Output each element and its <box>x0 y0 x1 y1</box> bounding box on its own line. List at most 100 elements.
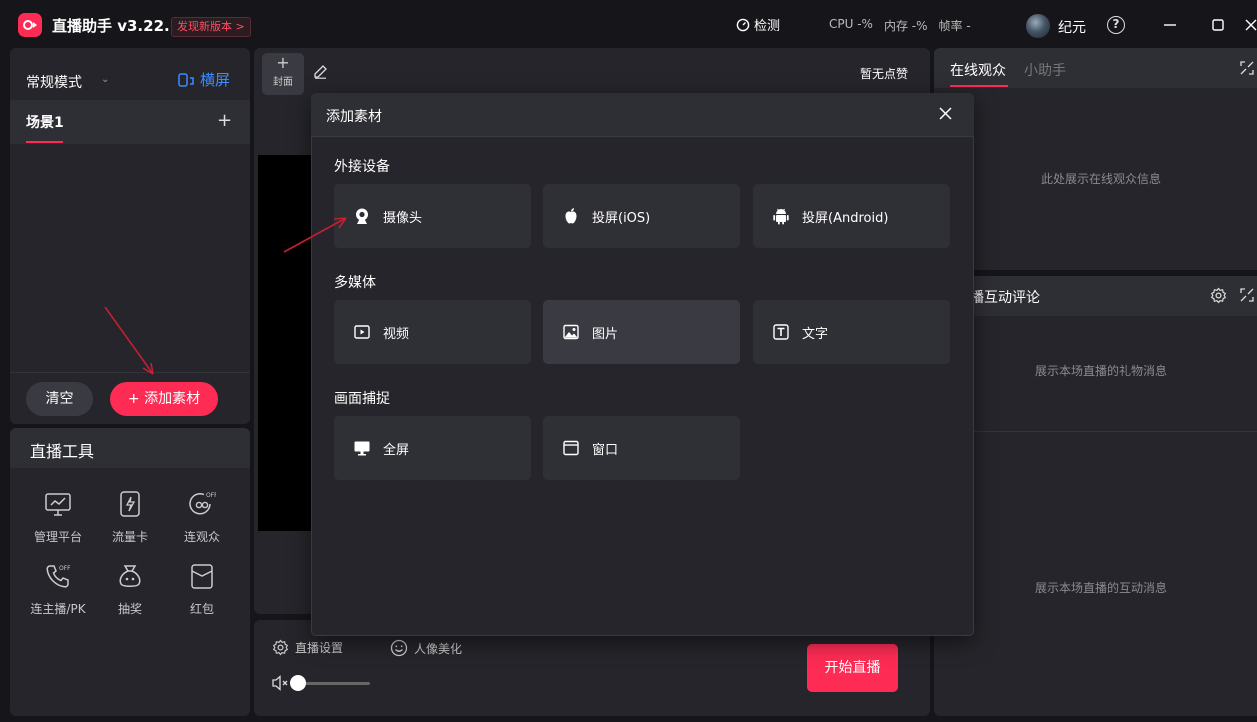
orientation-label: 横屏 <box>200 71 231 89</box>
plus-icon: + <box>276 53 290 72</box>
volume-slider-handle[interactable] <box>290 675 306 691</box>
close-icon[interactable] <box>938 106 953 121</box>
volume-slider[interactable] <box>296 682 370 685</box>
monitor-icon <box>354 441 370 456</box>
add-material-dialog <box>311 93 974 636</box>
app-logo-icon <box>18 13 42 37</box>
help-icon[interactable]: ? <box>1107 16 1125 34</box>
comments-panel <box>934 276 1257 716</box>
divider <box>10 372 250 373</box>
cover-label: 封面 <box>273 77 293 88</box>
source-label: 摄像头 <box>383 210 423 226</box>
avatar[interactable] <box>1026 14 1050 38</box>
gear-icon[interactable] <box>1210 287 1227 304</box>
text-icon <box>773 324 789 340</box>
section-title-multimedia: 多媒体 <box>334 275 376 291</box>
tool-red-envelope[interactable]: 红包 <box>166 562 238 617</box>
tool-label: 流量卡 <box>111 530 148 544</box>
source-text[interactable]: 文字 <box>753 300 950 364</box>
active-tab-indicator <box>26 141 63 143</box>
tool-label: 红包 <box>189 602 214 616</box>
monitor-chart-icon <box>45 493 71 516</box>
tool-label: 抽奖 <box>117 602 142 616</box>
dialog-title: 添加素材 <box>326 109 382 125</box>
source-label: 窗口 <box>592 442 619 458</box>
source-window[interactable]: 窗口 <box>543 416 740 480</box>
tool-label: 连主播/PK <box>30 602 86 616</box>
app-name: 直播助手 v3.22.1 <box>52 17 181 35</box>
tool-label: 连观众 <box>183 530 220 544</box>
image-icon <box>563 324 579 340</box>
online-audience-placeholder: 此处展示在线观众信息 <box>1041 172 1162 186</box>
source-label: 投屏(iOS) <box>592 210 651 226</box>
tool-management-platform[interactable]: 管理平台 <box>22 490 94 545</box>
tool-link-anchor-pk[interactable]: OFF 连主播/PK <box>22 562 94 617</box>
source-label: 文字 <box>802 326 829 342</box>
tab-scene-1[interactable]: 场景1 <box>26 112 64 132</box>
gift-messages-placeholder: 展示本场直播的礼物消息 <box>1035 364 1168 378</box>
speedometer-icon <box>736 18 750 31</box>
tab-assistant[interactable]: 小助手 <box>1024 60 1066 80</box>
perf-stats: CPU -% 内存 -% 帧率 - <box>829 17 971 34</box>
tab-online-audience[interactable]: 在线观众 <box>950 60 1006 80</box>
update-link[interactable]: 发现新版本 > <box>171 17 251 37</box>
maximize-icon[interactable] <box>1207 14 1229 36</box>
beauty-button[interactable]: 人像美化 <box>390 639 462 657</box>
webcam-icon <box>356 208 368 224</box>
lightning-card-icon <box>120 491 140 517</box>
start-live-button[interactable]: 开始直播 <box>807 644 898 692</box>
source-android-mirror[interactable]: 投屏(Android) <box>753 184 950 248</box>
fps-stat: 帧率 - <box>938 19 971 33</box>
orientation-toggle[interactable]: 横屏 <box>178 69 230 90</box>
section-title-external-devices: 外接设备 <box>334 159 390 175</box>
add-scene-button[interactable]: + <box>217 110 232 131</box>
source-video[interactable]: 视频 <box>334 300 531 364</box>
edit-icon[interactable] <box>313 64 328 79</box>
source-image[interactable]: 图片 <box>543 300 740 364</box>
tool-link-audience[interactable]: OFF 连观众 <box>166 490 238 545</box>
expand-icon[interactable] <box>1240 61 1254 75</box>
divider <box>934 431 1257 432</box>
live-settings-label: 直播设置 <box>295 641 344 655</box>
gear-icon <box>272 639 289 656</box>
minimize-icon[interactable] <box>1159 14 1181 36</box>
tool-traffic-card[interactable]: 流量卡 <box>94 490 166 545</box>
interaction-messages-placeholder: 展示本场直播的互动消息 <box>1035 581 1168 595</box>
memory-stat: 内存 -% <box>883 19 928 33</box>
beauty-label: 人像美化 <box>414 641 463 656</box>
tool-label: 管理平台 <box>33 530 82 544</box>
mode-select[interactable]: 常规模式 <box>26 72 82 92</box>
cpu-stat: CPU -% <box>829 17 873 31</box>
likes-status: 暂无点赞 <box>860 67 909 81</box>
red-envelope-icon <box>191 564 213 589</box>
username[interactable]: 纪元 <box>1058 17 1086 37</box>
android-icon <box>773 208 789 225</box>
section-title-screen-capture: 画面捕捉 <box>334 391 390 407</box>
dialog-header <box>311 93 974 137</box>
window-icon <box>563 440 579 456</box>
source-camera[interactable]: 摄像头 <box>334 184 531 248</box>
add-material-button[interactable]: + 添加素材 <box>110 382 218 416</box>
source-ios-mirror[interactable]: 投屏(iOS) <box>543 184 740 248</box>
source-fullscreen[interactable]: 全屏 <box>334 416 531 480</box>
close-window-icon[interactable] <box>1240 14 1257 36</box>
expand-icon[interactable] <box>1240 288 1254 302</box>
lottery-bag-icon <box>119 565 141 587</box>
source-label: 投屏(Android) <box>802 210 889 226</box>
live-settings-button[interactable]: 直播设置 <box>272 639 343 656</box>
detect-button[interactable]: 检测 <box>736 15 780 34</box>
cover-button[interactable]: + 封面 <box>262 53 304 95</box>
apple-icon <box>565 208 577 224</box>
link-audience-off-icon: OFF <box>189 492 218 515</box>
clear-button[interactable]: 清空 <box>26 382 93 416</box>
speaker-mute-icon[interactable] <box>271 674 291 692</box>
chevron-down-icon[interactable]: ⌄ <box>101 74 109 85</box>
landscape-icon <box>178 72 194 87</box>
phone-off-icon: OFF <box>46 565 71 588</box>
source-label: 图片 <box>592 326 619 342</box>
smile-icon <box>390 639 408 657</box>
comments-title: 播互动评论 <box>970 290 1040 306</box>
svg-text:OFF: OFF <box>59 565 71 572</box>
live-tools-title: 直播工具 <box>30 442 95 461</box>
tool-lottery[interactable]: 抽奖 <box>94 562 166 617</box>
